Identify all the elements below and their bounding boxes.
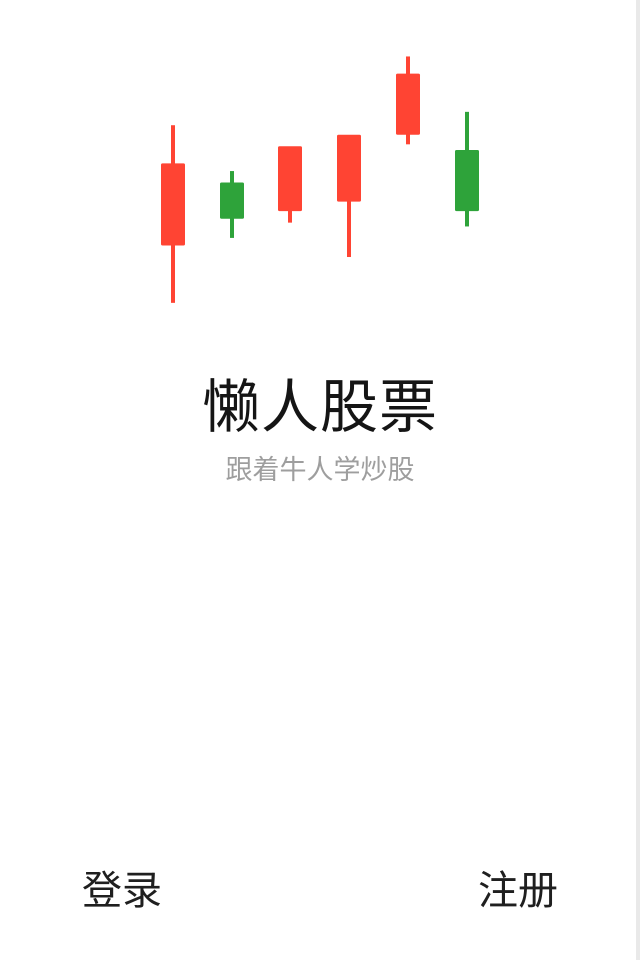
candle-5-body xyxy=(396,73,420,135)
candle-6-body xyxy=(455,150,479,212)
candle-1-body xyxy=(161,163,185,246)
candle-3-body xyxy=(278,146,302,212)
app-title: 懒人股票 xyxy=(201,373,438,441)
app-logo-candlestick-chart xyxy=(161,56,479,303)
candle-4-body xyxy=(337,134,361,202)
login-button[interactable]: 登录 xyxy=(82,860,162,922)
app-subtitle: 跟着牛人学炒股 xyxy=(225,455,415,486)
candle-2-body xyxy=(220,182,244,219)
register-button[interactable]: 注册 xyxy=(478,860,558,922)
